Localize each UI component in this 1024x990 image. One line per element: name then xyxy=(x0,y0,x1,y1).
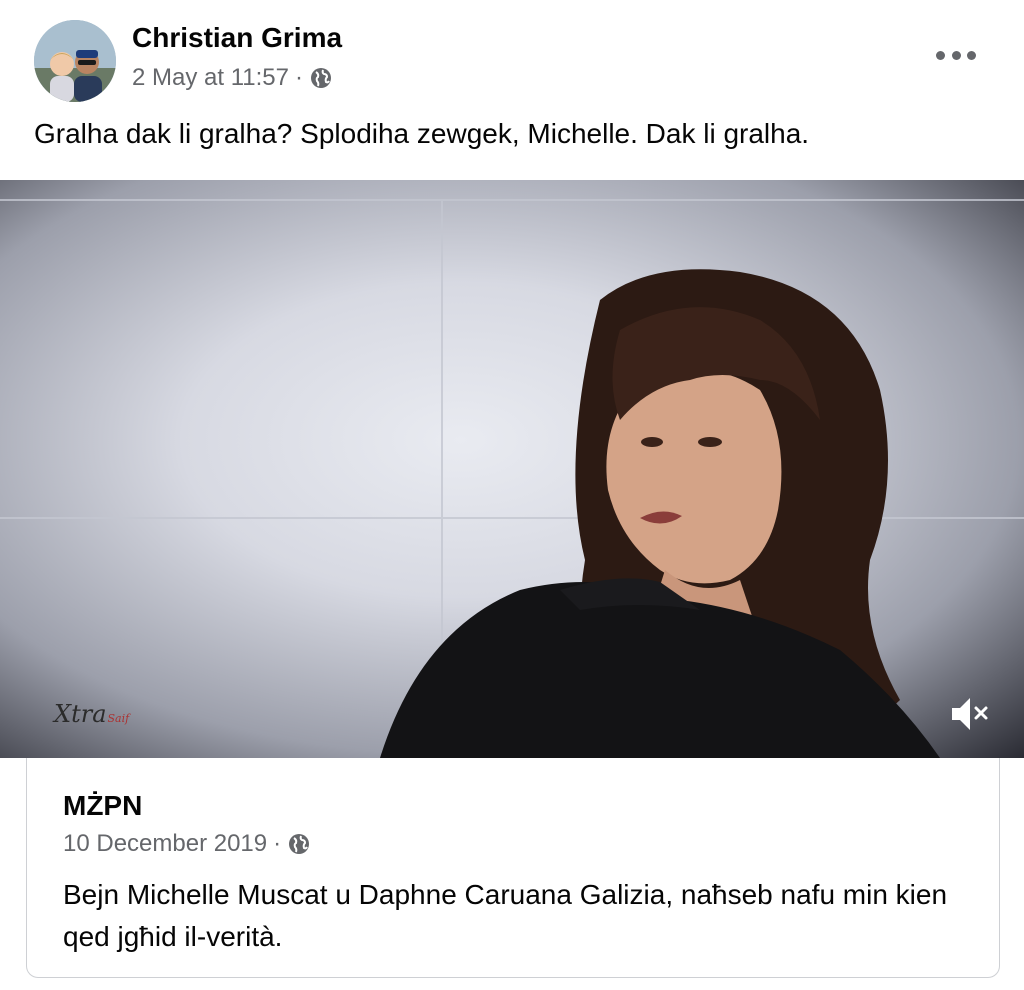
shared-author-name[interactable]: MŻPN xyxy=(63,790,142,822)
globe-icon[interactable] xyxy=(309,66,333,90)
more-options-icon[interactable] xyxy=(936,40,976,70)
more-dot xyxy=(936,50,945,60)
video-player[interactable] xyxy=(0,180,1024,758)
shared-post-card[interactable]: MŻPN 10 December 2019 · Bejn Michelle Mu… xyxy=(26,758,1000,978)
more-dot xyxy=(951,50,961,60)
watermark-sub-text: Saif xyxy=(107,712,130,725)
meta-separator: · xyxy=(294,64,303,91)
post-author-name[interactable]: Christian Grima xyxy=(132,22,342,54)
post-meta: 2 May at 11:57 · xyxy=(132,64,333,92)
video-frame xyxy=(0,199,1024,758)
globe-icon[interactable] xyxy=(287,832,311,856)
facebook-post: Christian Grima 2 May at 11:57 · Gralha … xyxy=(0,0,1024,990)
shared-meta-separator: · xyxy=(273,830,282,857)
speaker-muted-icon[interactable] xyxy=(946,692,996,736)
more-dot xyxy=(967,50,976,60)
author-avatar[interactable] xyxy=(34,20,116,102)
shared-post-text: Bejn Michelle Muscat u Daphne Caruana Ga… xyxy=(63,879,948,952)
video-watermark-logo: XtraSaif xyxy=(54,700,129,728)
post-timestamp[interactable]: 2 May at 11:57 xyxy=(132,64,289,92)
avatar-photo xyxy=(34,20,116,102)
shared-timestamp[interactable]: 10 December 2019 xyxy=(63,830,267,858)
post-text: Gralha dak li gralha? Splodiha zewgek, M… xyxy=(34,118,810,149)
watermark-main-text: Xtra xyxy=(54,700,107,728)
shared-meta: 10 December 2019 · xyxy=(63,830,311,858)
